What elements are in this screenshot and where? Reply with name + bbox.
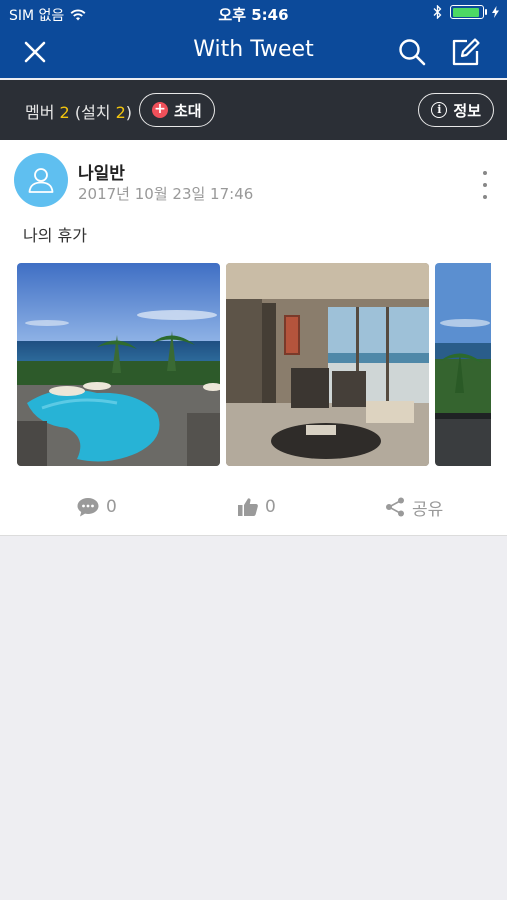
- info-label: 정보: [453, 101, 481, 120]
- avatar[interactable]: [14, 153, 68, 207]
- invite-button[interactable]: + 초대: [139, 93, 215, 127]
- invite-label: 초대: [174, 101, 202, 120]
- search-icon: [399, 39, 426, 66]
- post-text: 나의 휴가: [23, 226, 87, 245]
- member-count: 2: [59, 103, 70, 122]
- post-timestamp: 2017년 10월 23일 17:46: [78, 185, 254, 203]
- like-count: 0: [265, 497, 276, 517]
- installed-count: 2: [115, 103, 126, 122]
- installed-close: ): [125, 103, 133, 122]
- photo-gallery[interactable]: [17, 263, 491, 466]
- member-label: 멤버: [25, 103, 55, 122]
- resort-pool-image: [17, 263, 220, 466]
- share-icon: [386, 497, 404, 517]
- post-actions: 0 0 공유: [0, 485, 507, 529]
- share-label: 공유: [412, 499, 444, 520]
- more-dot: [483, 183, 487, 187]
- installed-label: (설치: [74, 103, 111, 122]
- charging-icon: [492, 6, 499, 18]
- bluetooth-icon: [433, 5, 442, 19]
- like-button[interactable]: 0: [237, 485, 276, 529]
- ocean-view-photo[interactable]: [435, 263, 491, 466]
- status-time: 오후 5:46: [218, 6, 289, 24]
- resort-pool-photo[interactable]: [17, 263, 220, 466]
- page-title: With Tweet: [193, 37, 314, 62]
- user-icon: [28, 168, 54, 193]
- comment-count: 0: [106, 497, 117, 517]
- share-button[interactable]: 공유: [384, 485, 443, 529]
- ocean-view-image: [435, 263, 491, 466]
- comment-button[interactable]: 0: [76, 485, 117, 529]
- hotel-room-image: [226, 263, 429, 466]
- member-summary: 멤버 2 (설치 2): [25, 99, 132, 123]
- more-options-button[interactable]: [477, 171, 493, 199]
- battery-level: [452, 7, 479, 17]
- status-right: [433, 5, 499, 19]
- thumbs-up-icon: [238, 498, 258, 516]
- hotel-room-photo[interactable]: [226, 263, 429, 466]
- post-card: 나일반 2017년 10월 23일 17:46 나의 휴가 0 0 공유: [0, 140, 507, 536]
- more-dot: [483, 195, 487, 199]
- status-bar: SIM 없음 오후 5:46: [0, 0, 507, 26]
- nav-bar: With Tweet: [0, 26, 507, 78]
- more-dot: [483, 171, 487, 175]
- info-icon: i: [431, 102, 448, 118]
- battery-icon: [450, 5, 487, 19]
- compose-button[interactable]: [448, 34, 484, 70]
- compose-icon: [452, 38, 480, 66]
- comment-icon: [77, 498, 99, 517]
- search-button[interactable]: [394, 34, 430, 70]
- post-author[interactable]: 나일반: [78, 159, 125, 184]
- member-toolbar: 멤버 2 (설치 2) + 초대 i 정보: [0, 80, 507, 140]
- info-button[interactable]: i 정보: [418, 93, 494, 127]
- plus-icon: +: [152, 102, 168, 118]
